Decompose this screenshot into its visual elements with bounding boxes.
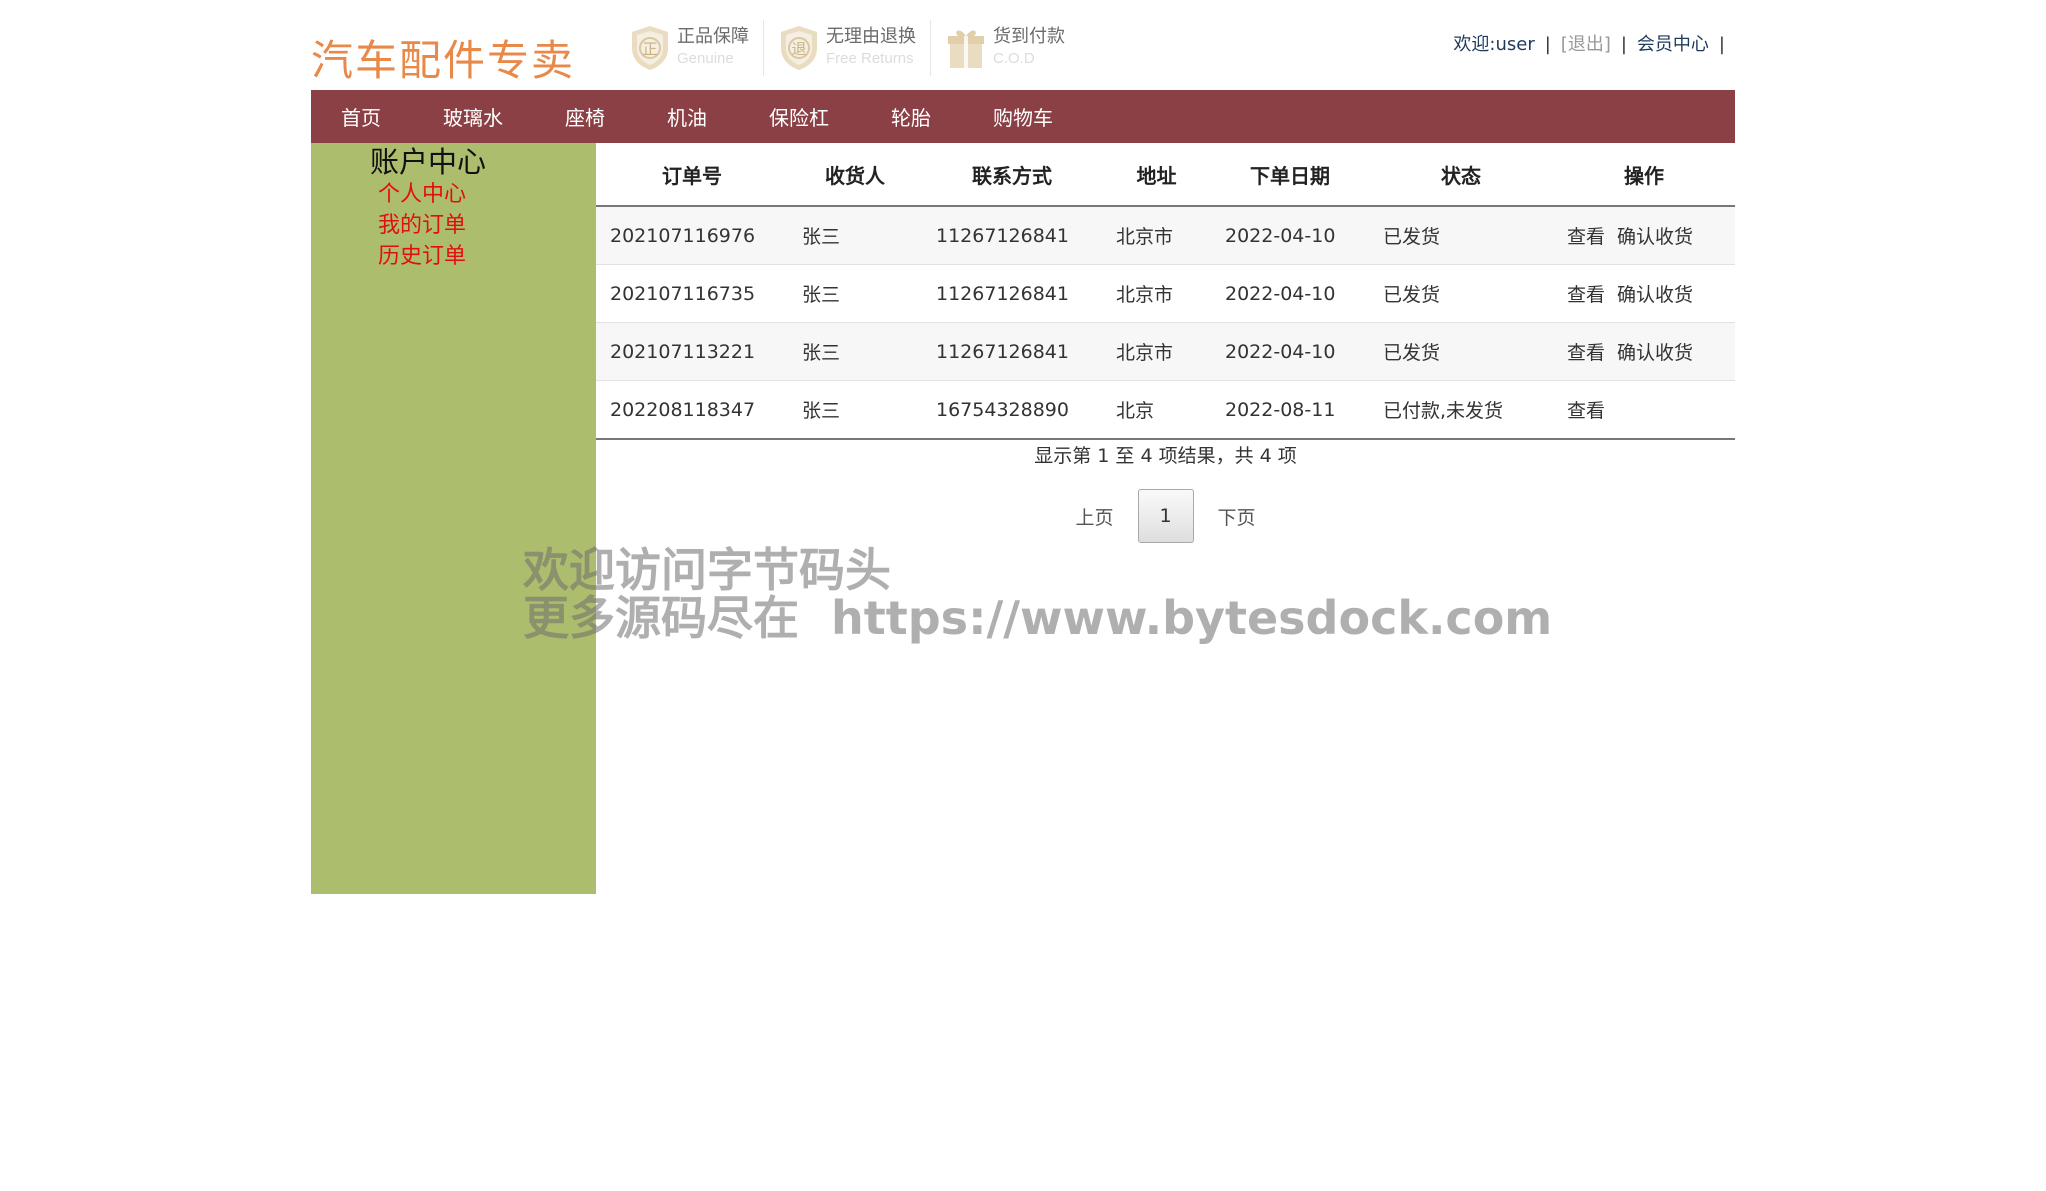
confirm-receipt-link[interactable]: 确认收货	[1617, 226, 1693, 248]
badge-cod-title: 货到付款	[993, 26, 1065, 47]
phone: 11267126841	[922, 205, 1102, 265]
confirm-receipt-link[interactable]: 确认收货	[1617, 342, 1693, 364]
shield-zheng-icon: 正	[632, 26, 668, 70]
watermark: 欢迎访问字节码头 更多源码尽在 https://www.bytesdock.co…	[523, 546, 1552, 642]
order-status: 已付款,未发货	[1369, 380, 1553, 440]
order-id: 202107116976	[596, 205, 788, 265]
sidebar-links: 个人中心 我的订单 历史订单	[378, 179, 466, 272]
page: 汽车配件专卖 正 正品保障 Genuine 退 无理由退换 Free Retur…	[0, 0, 2046, 1191]
results-summary: 显示第 1 至 4 项结果，共 4 项	[1034, 445, 1297, 467]
receiver: 张三	[788, 264, 922, 323]
welcome-user: 欢迎:user	[1453, 34, 1535, 55]
badge-free-returns: 退 无理由退换 Free Returns	[778, 20, 931, 76]
sidebar-title: 账户中心	[370, 145, 487, 179]
column-header-address[interactable]: 地址	[1102, 143, 1211, 207]
order-date: 2022-04-10	[1211, 264, 1369, 323]
order-date: 2022-04-10	[1211, 322, 1369, 381]
address: 北京市	[1102, 322, 1211, 381]
table-row: 202107116976 张三 11267126841 北京市 2022-04-…	[596, 205, 1735, 265]
receiver: 张三	[788, 322, 922, 381]
service-badges: 正 正品保障 Genuine 退 无理由退换 Free Returns 货到付款…	[629, 20, 1093, 76]
phone: 11267126841	[922, 264, 1102, 323]
column-header-order-id[interactable]: 订单号	[596, 143, 788, 207]
table-row: 202107113221 张三 11267126841 北京市 2022-04-…	[596, 322, 1735, 381]
receiver: 张三	[788, 205, 922, 265]
view-order-link[interactable]: 查看	[1567, 342, 1605, 364]
badge-free-returns-subtitle: Free Returns	[826, 50, 914, 67]
page-number-button[interactable]: 1	[1137, 489, 1194, 543]
actions-cell: 查看	[1553, 380, 1735, 440]
sidebar-item-my-orders[interactable]: 我的订单	[378, 210, 466, 241]
badge-genuine: 正 正品保障 Genuine	[629, 20, 764, 76]
nav-item-tires[interactable]: 轮胎	[891, 102, 931, 131]
nav-item-cart[interactable]: 购物车	[993, 102, 1053, 131]
badge-cod-subtitle: C.O.D	[993, 50, 1035, 67]
orders-table: 订单号 收货人 联系方式 地址 下单日期 状态 操作 202107116976 …	[596, 143, 1735, 440]
column-header-phone[interactable]: 联系方式	[922, 143, 1102, 207]
nav-item-engine-oil[interactable]: 机油	[667, 102, 707, 131]
watermark-line-2: 更多源码尽在 https://www.bytesdock.com	[523, 591, 1553, 645]
header: 汽车配件专卖 正 正品保障 Genuine 退 无理由退换 Free Retur…	[311, 0, 1735, 90]
separator: |	[1620, 34, 1627, 55]
phone: 11267126841	[922, 322, 1102, 381]
order-id: 202208118347	[596, 380, 788, 440]
view-order-link[interactable]: 查看	[1567, 400, 1605, 422]
table-header-row: 订单号 收货人 联系方式 地址 下单日期 状态 操作	[596, 143, 1735, 207]
order-status: 已发货	[1369, 205, 1553, 265]
nav-item-home[interactable]: 首页	[341, 102, 381, 131]
site-logo[interactable]: 汽车配件专卖	[311, 32, 575, 90]
column-header-receiver[interactable]: 收货人	[788, 143, 922, 207]
nav-item-washer-fluid[interactable]: 玻璃水	[443, 102, 503, 131]
gift-box-icon	[948, 30, 984, 68]
order-date: 2022-04-10	[1211, 205, 1369, 265]
badge-genuine-subtitle: Genuine	[677, 50, 734, 67]
column-header-actions: 操作	[1553, 143, 1735, 207]
svg-text:正: 正	[642, 40, 657, 58]
logout-link[interactable]: [退出]	[1561, 34, 1611, 55]
address: 北京市	[1102, 264, 1211, 323]
account-sidebar: 账户中心 个人中心 我的订单 历史订单	[311, 143, 596, 894]
nav-item-seats[interactable]: 座椅	[565, 102, 605, 131]
badge-cod: 货到付款 C.O.D	[945, 20, 1079, 76]
main-nav: 首页 玻璃水 座椅 机油 保险杠 轮胎 购物车	[311, 90, 1735, 143]
phone: 16754328890	[922, 380, 1102, 440]
column-header-status[interactable]: 状态	[1369, 143, 1553, 207]
pagination: 上页 1 下页	[596, 489, 1735, 543]
actions-cell: 查看 确认收货	[1553, 205, 1735, 265]
user-bar: 欢迎:user | [退出] | 会员中心 |	[1453, 32, 1735, 58]
order-date: 2022-08-11	[1211, 380, 1369, 440]
separator: |	[1544, 34, 1551, 55]
table-row: 202208118347 张三 16754328890 北京 2022-08-1…	[596, 380, 1735, 440]
actions-cell: 查看 确认收货	[1553, 322, 1735, 381]
receiver: 张三	[788, 380, 922, 440]
confirm-receipt-link[interactable]: 确认收货	[1617, 284, 1693, 306]
prev-page-button[interactable]: 上页	[1051, 503, 1137, 530]
badge-genuine-title: 正品保障	[677, 26, 749, 47]
actions-cell: 查看 确认收货	[1553, 264, 1735, 323]
sidebar-item-order-history[interactable]: 历史订单	[378, 241, 466, 272]
view-order-link[interactable]: 查看	[1567, 284, 1605, 306]
watermark-line-1: 欢迎访问字节码头	[523, 543, 891, 597]
nav-item-bumper[interactable]: 保险杠	[769, 102, 829, 131]
order-id: 202107113221	[596, 322, 788, 381]
svg-text:退: 退	[791, 40, 806, 58]
order-status: 已发货	[1369, 264, 1553, 323]
column-header-date[interactable]: 下单日期	[1211, 143, 1369, 207]
badge-free-returns-title: 无理由退换	[826, 26, 916, 47]
table-row: 202107116735 张三 11267126841 北京市 2022-04-…	[596, 264, 1735, 323]
member-center-link[interactable]: 会员中心	[1637, 34, 1709, 55]
order-status: 已发货	[1369, 322, 1553, 381]
view-order-link[interactable]: 查看	[1567, 226, 1605, 248]
next-page-button[interactable]: 下页	[1194, 503, 1280, 530]
shield-tui-icon: 退	[781, 26, 817, 70]
order-id: 202107116735	[596, 264, 788, 323]
separator: |	[1718, 34, 1725, 55]
orders-panel: 订单号 收货人 联系方式 地址 下单日期 状态 操作 202107116976 …	[596, 143, 1735, 543]
address: 北京	[1102, 380, 1211, 440]
sidebar-item-profile[interactable]: 个人中心	[378, 179, 466, 210]
address: 北京市	[1102, 205, 1211, 265]
